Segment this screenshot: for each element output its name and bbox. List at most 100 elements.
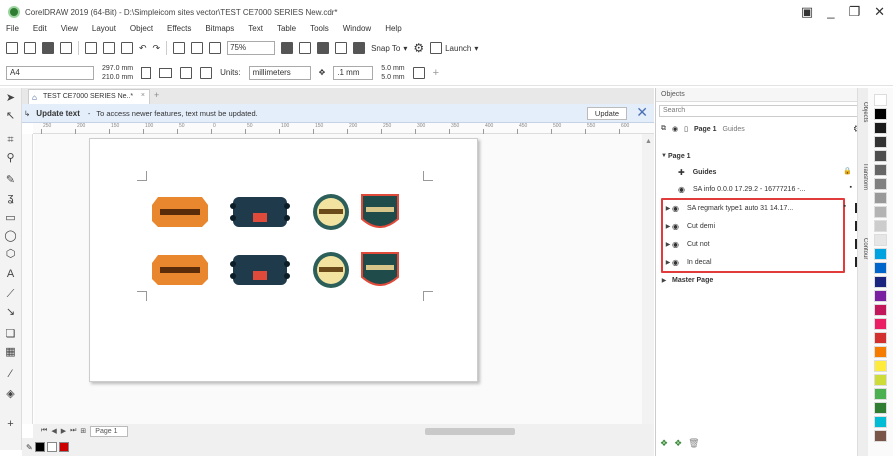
guidelines-icon[interactable]: [335, 42, 348, 54]
vertical-scrollbar[interactable]: ▲: [642, 134, 654, 424]
page-icon[interactable]: ▯: [684, 125, 688, 133]
duplicate-y-field[interactable]: 5.0 mm: [381, 73, 404, 82]
page-height-field[interactable]: 210.0 mm: [102, 73, 133, 82]
duplicate-x-field[interactable]: 5.0 mm: [381, 64, 404, 73]
menu-window[interactable]: Window: [343, 24, 371, 36]
palette-swatch[interactable]: [874, 248, 887, 260]
horizontal-scrollbar[interactable]: [425, 428, 515, 435]
first-page-icon[interactable]: ⏮: [41, 427, 47, 435]
fill-tool-icon[interactable]: ◈: [4, 388, 17, 401]
eye-icon[interactable]: ◉: [678, 185, 685, 194]
document-tab[interactable]: ⌂ TEST CE7000 SERIES Ne..* ×: [28, 89, 150, 104]
lock-icon[interactable]: ▪: [850, 184, 852, 191]
lock-icon[interactable]: 🔒: [843, 167, 852, 175]
tree-row-guides[interactable]: ✚ Guides 🔒: [670, 164, 870, 180]
zoom-tool-icon[interactable]: ⚲: [4, 152, 17, 165]
palette-swatch[interactable]: [874, 388, 887, 400]
document-color-swatch[interactable]: [34, 442, 45, 452]
page-width-field[interactable]: 297.0 mm: [102, 64, 133, 73]
portrait-icon[interactable]: [141, 66, 152, 79]
infobar-expand-icon[interactable]: ↳: [24, 109, 30, 118]
new-master-layer-icon[interactable]: ❖: [674, 438, 682, 449]
maximize-button[interactable]: ❐: [848, 4, 860, 20]
palette-swatch[interactable]: [874, 108, 887, 120]
menu-text[interactable]: Text: [248, 24, 263, 36]
menu-layout[interactable]: Layout: [92, 24, 116, 36]
eye-icon[interactable]: ◉: [672, 222, 679, 231]
shape-tool-icon[interactable]: ↖: [4, 110, 17, 123]
expand-triangle-icon[interactable]: ▶: [664, 223, 672, 230]
prev-page-icon[interactable]: ◀: [51, 427, 56, 435]
palette-swatch[interactable]: [874, 122, 887, 134]
pick-tool-icon[interactable]: ➤: [4, 92, 17, 105]
transparency-icon[interactable]: ▦: [4, 346, 17, 359]
all-pages-icon[interactable]: [180, 66, 193, 79]
units-combo[interactable]: millimeters: [248, 65, 311, 80]
polygon-tool-icon[interactable]: ⬡: [4, 248, 17, 261]
pen-icon[interactable]: ✎: [26, 443, 33, 452]
menu-effects[interactable]: Effects: [167, 24, 191, 36]
horizontal-ruler[interactable]: 250 200 150 100 50 0 50 100 150 200 250 300 350 400 45…: [33, 123, 654, 134]
menu-bitmaps[interactable]: Bitmaps: [205, 24, 234, 36]
undo-icon[interactable]: ↶: [139, 43, 147, 54]
expand-triangle-icon[interactable]: ▶: [664, 241, 672, 248]
tree-row-layer[interactable]: ▶ ◉ In decal: [664, 254, 864, 270]
tree-row-layer[interactable]: ▶ ◉ Cut demi: [664, 218, 864, 234]
add-icon[interactable]: +: [433, 67, 439, 79]
palette-swatch[interactable]: [874, 192, 887, 204]
update-button[interactable]: Update: [587, 107, 627, 120]
expand-triangle-icon[interactable]: ▶: [664, 205, 672, 212]
tree-row-page[interactable]: ▼ Page 1: [660, 148, 860, 164]
close-tab-icon[interactable]: ×: [141, 92, 145, 99]
drop-shadow-icon[interactable]: ❏: [4, 328, 17, 341]
menu-tools[interactable]: Tools: [310, 24, 329, 36]
layer-manager-icon[interactable]: ⧉: [661, 125, 666, 133]
collapse-triangle-icon[interactable]: ▼: [660, 153, 668, 159]
crop-tool-icon[interactable]: ⌗: [4, 134, 17, 147]
menu-file[interactable]: File: [6, 24, 19, 36]
add-tool-icon[interactable]: +: [4, 418, 17, 431]
page-tab[interactable]: Page 1: [90, 425, 129, 437]
scroll-up-icon[interactable]: ▲: [645, 138, 652, 145]
menu-object[interactable]: Object: [130, 24, 153, 36]
palette-swatch[interactable]: [874, 94, 887, 106]
palette-swatch[interactable]: [874, 416, 887, 428]
palette-swatch[interactable]: [874, 374, 887, 386]
ellipse-tool-icon[interactable]: ◯: [4, 230, 17, 243]
import-icon[interactable]: [173, 42, 186, 54]
palette-swatch[interactable]: [874, 178, 887, 190]
freehand-tool-icon[interactable]: ✎: [4, 174, 17, 187]
eyedropper-icon[interactable]: ⁄: [4, 368, 17, 381]
full-screen-icon[interactable]: [281, 42, 294, 54]
open-folder-icon[interactable]: [24, 42, 36, 54]
palette-swatch[interactable]: [874, 136, 887, 148]
tree-row-layer[interactable]: ▶ ◉ Cut not: [664, 236, 864, 252]
palette-swatch[interactable]: [874, 332, 887, 344]
palette-swatch[interactable]: [874, 346, 887, 358]
close-infobar-icon[interactable]: ✕: [636, 104, 648, 121]
palette-swatch[interactable]: [874, 220, 887, 232]
palette-swatch[interactable]: [874, 164, 887, 176]
expand-triangle-icon[interactable]: ▶: [660, 277, 668, 284]
objects-side-tab[interactable]: Objects: [859, 102, 868, 122]
eye-icon[interactable]: ◉: [672, 125, 678, 133]
palette-swatch[interactable]: [874, 234, 887, 246]
current-page-icon[interactable]: [200, 66, 213, 79]
document-page[interactable]: [89, 138, 478, 382]
document-color-swatch[interactable]: [46, 442, 57, 452]
export-icon[interactable]: [191, 42, 204, 54]
new-layer-icon[interactable]: ❖: [660, 438, 668, 449]
copy-icon[interactable]: [103, 42, 115, 54]
lock-icon[interactable]: ▪: [844, 203, 846, 210]
menu-help[interactable]: Help: [385, 24, 401, 36]
contour-side-tab[interactable]: Contour: [859, 238, 868, 259]
document-color-swatch[interactable]: [58, 442, 69, 452]
tree-row-object[interactable]: ◉ SA info 0.0.0 17.29.2 - 16777216 -... …: [670, 181, 870, 197]
save-icon[interactable]: [42, 42, 54, 54]
connector-tool-icon[interactable]: ↘: [4, 306, 17, 319]
text-tool-icon[interactable]: A: [4, 268, 17, 281]
home-icon[interactable]: ⌂: [32, 93, 37, 102]
objects-search-input[interactable]: Search: [659, 105, 865, 117]
dimension-tool-icon[interactable]: ⟋: [4, 288, 17, 301]
restore-panel-icon[interactable]: ▣: [801, 4, 813, 20]
